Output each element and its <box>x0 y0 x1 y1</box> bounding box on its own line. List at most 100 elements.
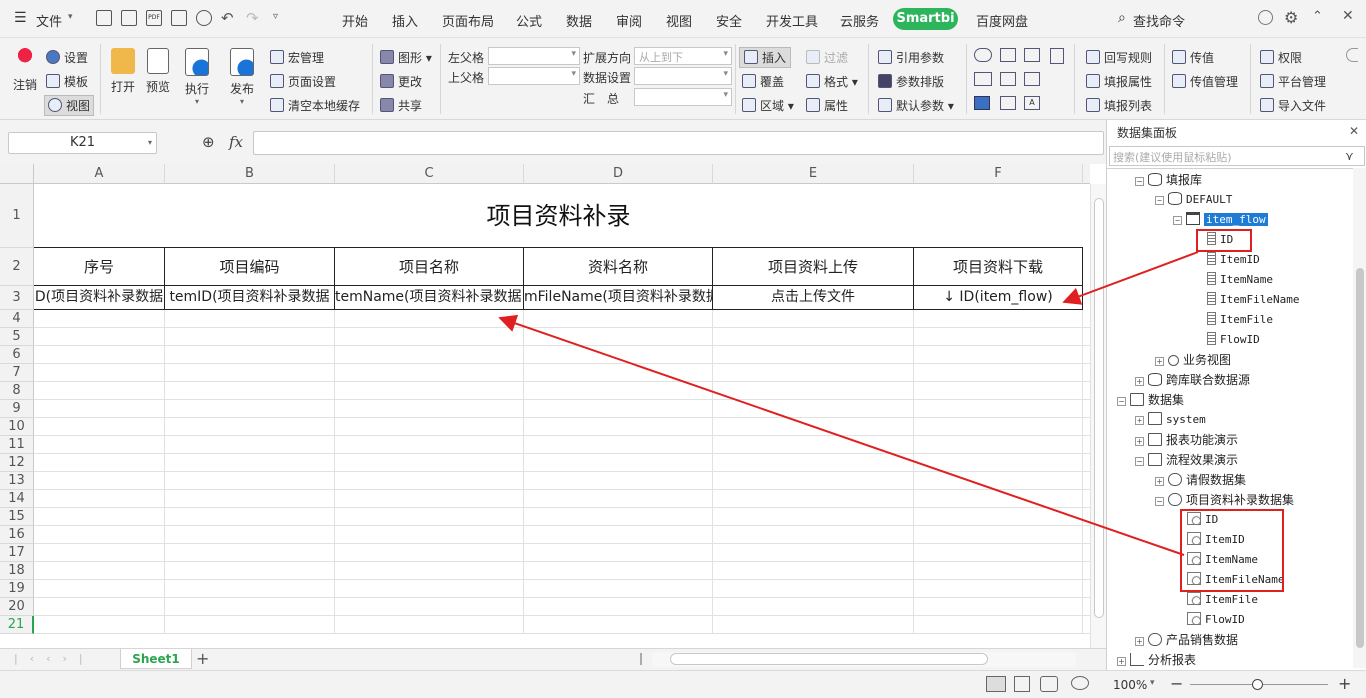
grid-cell[interactable] <box>34 490 165 508</box>
print-preview-icon[interactable] <box>196 10 212 26</box>
header-cell-seq[interactable]: 序号 <box>34 248 165 286</box>
grid-cell[interactable] <box>914 616 1083 634</box>
grid-cell[interactable] <box>165 472 335 490</box>
platform-mgr-button[interactable]: 平台管理 <box>1260 73 1326 90</box>
data-settings-select[interactable] <box>634 67 732 85</box>
grid-cell[interactable] <box>713 580 914 598</box>
tab-formula[interactable]: 公式 <box>516 11 542 30</box>
grid-cell[interactable] <box>34 598 165 616</box>
grid-cell[interactable] <box>1083 472 1090 490</box>
grid-cell[interactable] <box>335 598 524 616</box>
grid-cell[interactable] <box>34 508 165 526</box>
expand-icon[interactable]: + <box>1155 357 1164 366</box>
grid-cell[interactable] <box>1083 364 1090 382</box>
grid-cell[interactable] <box>335 328 524 346</box>
grid-cell[interactable] <box>165 436 335 454</box>
page-break-view-icon[interactable] <box>1014 676 1030 692</box>
row-header[interactable]: 10 <box>0 418 34 436</box>
grid-cell[interactable] <box>914 346 1083 364</box>
grid-widget-icon[interactable] <box>1024 48 1040 62</box>
grid-cell[interactable] <box>914 562 1083 580</box>
grid-cell[interactable] <box>335 472 524 490</box>
grid-cell[interactable] <box>1083 436 1090 454</box>
grid-cell[interactable] <box>713 382 914 400</box>
grid-cell[interactable] <box>165 598 335 616</box>
close-icon[interactable]: ✕ <box>1342 8 1354 24</box>
chevron-up-icon[interactable]: ⌃ <box>1312 9 1323 24</box>
grid-cell[interactable] <box>1083 508 1090 526</box>
tree-node-product-sales[interactable]: + 产品销售数据 <box>1135 631 1238 649</box>
radio-widget-icon[interactable] <box>1024 72 1040 86</box>
file-menu[interactable]: 文件 <box>36 11 62 30</box>
macro-button[interactable]: 宏管理 <box>270 49 324 66</box>
grid-cell[interactable] <box>713 364 914 382</box>
region-button[interactable]: 区域 ▾ <box>742 97 794 114</box>
row-header[interactable]: 12 <box>0 454 34 472</box>
edit-widget-icon[interactable] <box>1000 96 1016 110</box>
grid-cell[interactable] <box>1083 580 1090 598</box>
default-param-button[interactable]: 默认参数 ▾ <box>878 97 954 114</box>
grid-cell[interactable] <box>1083 400 1090 418</box>
fx-icon[interactable]: fx <box>229 133 243 151</box>
grid-cell[interactable] <box>524 310 713 328</box>
grid-cell[interactable] <box>524 328 713 346</box>
pass-value-button[interactable]: 传值 <box>1172 49 1214 66</box>
expand-icon[interactable]: + <box>1117 657 1126 666</box>
grid-cell[interactable] <box>914 364 1083 382</box>
tree-node-flow-itemid[interactable]: ItemID <box>1207 251 1260 269</box>
row-header[interactable]: 13 <box>0 472 34 490</box>
grid-cell[interactable] <box>1083 490 1090 508</box>
normal-view-icon[interactable] <box>986 676 1006 692</box>
column-header-c[interactable]: C <box>335 164 524 184</box>
column-header-g[interactable] <box>1083 164 1090 184</box>
grid-cell[interactable] <box>524 580 713 598</box>
left-parent-select[interactable] <box>488 47 580 65</box>
tab-dev-tools[interactable]: 开发工具 <box>766 11 818 30</box>
row-header[interactable]: 5 <box>0 328 34 346</box>
tab-review[interactable]: 审阅 <box>616 11 642 30</box>
row-header[interactable]: 19 <box>0 580 34 598</box>
expand-icon[interactable]: + <box>1155 477 1164 486</box>
expand-icon[interactable]: + <box>1135 637 1144 646</box>
ribbon-scroll-icon[interactable] <box>1346 48 1358 62</box>
feedback-icon[interactable] <box>1258 10 1273 25</box>
grid-cell[interactable] <box>914 436 1083 454</box>
row-header[interactable]: 4 <box>0 310 34 328</box>
grid-cell[interactable] <box>165 562 335 580</box>
permission-button[interactable]: 权限 <box>1260 49 1302 66</box>
tree-node-system[interactable]: + system <box>1135 411 1206 429</box>
grid-cell[interactable] <box>524 616 713 634</box>
chevron-down-icon[interactable]: ▾ <box>148 138 152 147</box>
pdf-icon[interactable]: PDF <box>146 10 162 26</box>
grid-cell[interactable] <box>34 346 165 364</box>
row-header[interactable]: 11 <box>0 436 34 454</box>
grid-cell[interactable] <box>914 472 1083 490</box>
filter-icon[interactable]: ⋎ <box>1345 149 1354 163</box>
grid-cell[interactable] <box>914 598 1083 616</box>
grid-cell[interactable] <box>335 544 524 562</box>
grid-cell[interactable] <box>34 328 165 346</box>
row-header[interactable]: 15 <box>0 508 34 526</box>
grid-cell[interactable] <box>165 544 335 562</box>
preview-button[interactable]: 预览 <box>143 48 173 95</box>
grid-cell[interactable] <box>1083 310 1090 328</box>
grid-cell[interactable] <box>524 400 713 418</box>
tree-node-analysis-report[interactable]: + 分析报表 <box>1117 651 1196 668</box>
grid-cell[interactable] <box>713 346 914 364</box>
image-widget-icon[interactable] <box>1000 72 1016 86</box>
tab-security[interactable]: 安全 <box>716 11 742 30</box>
grid-cell[interactable] <box>34 526 165 544</box>
grid-cell[interactable] <box>34 562 165 580</box>
grid-cell[interactable] <box>335 526 524 544</box>
grid-cell[interactable] <box>335 580 524 598</box>
grid-cell[interactable] <box>713 418 914 436</box>
fill-list-button[interactable]: 填报列表 <box>1086 97 1152 114</box>
execute-button[interactable]: 执行 ▾ <box>181 48 213 106</box>
grid-cell[interactable] <box>713 526 914 544</box>
panel-scrollbar-thumb[interactable] <box>1356 268 1364 648</box>
grid-cell[interactable] <box>914 526 1083 544</box>
tree-node-ds-flowid[interactable]: FlowID <box>1187 611 1245 629</box>
row-header[interactable]: 9 <box>0 400 34 418</box>
column-header-d[interactable]: D <box>524 164 713 184</box>
tab-page-layout[interactable]: 页面布局 <box>442 11 494 30</box>
